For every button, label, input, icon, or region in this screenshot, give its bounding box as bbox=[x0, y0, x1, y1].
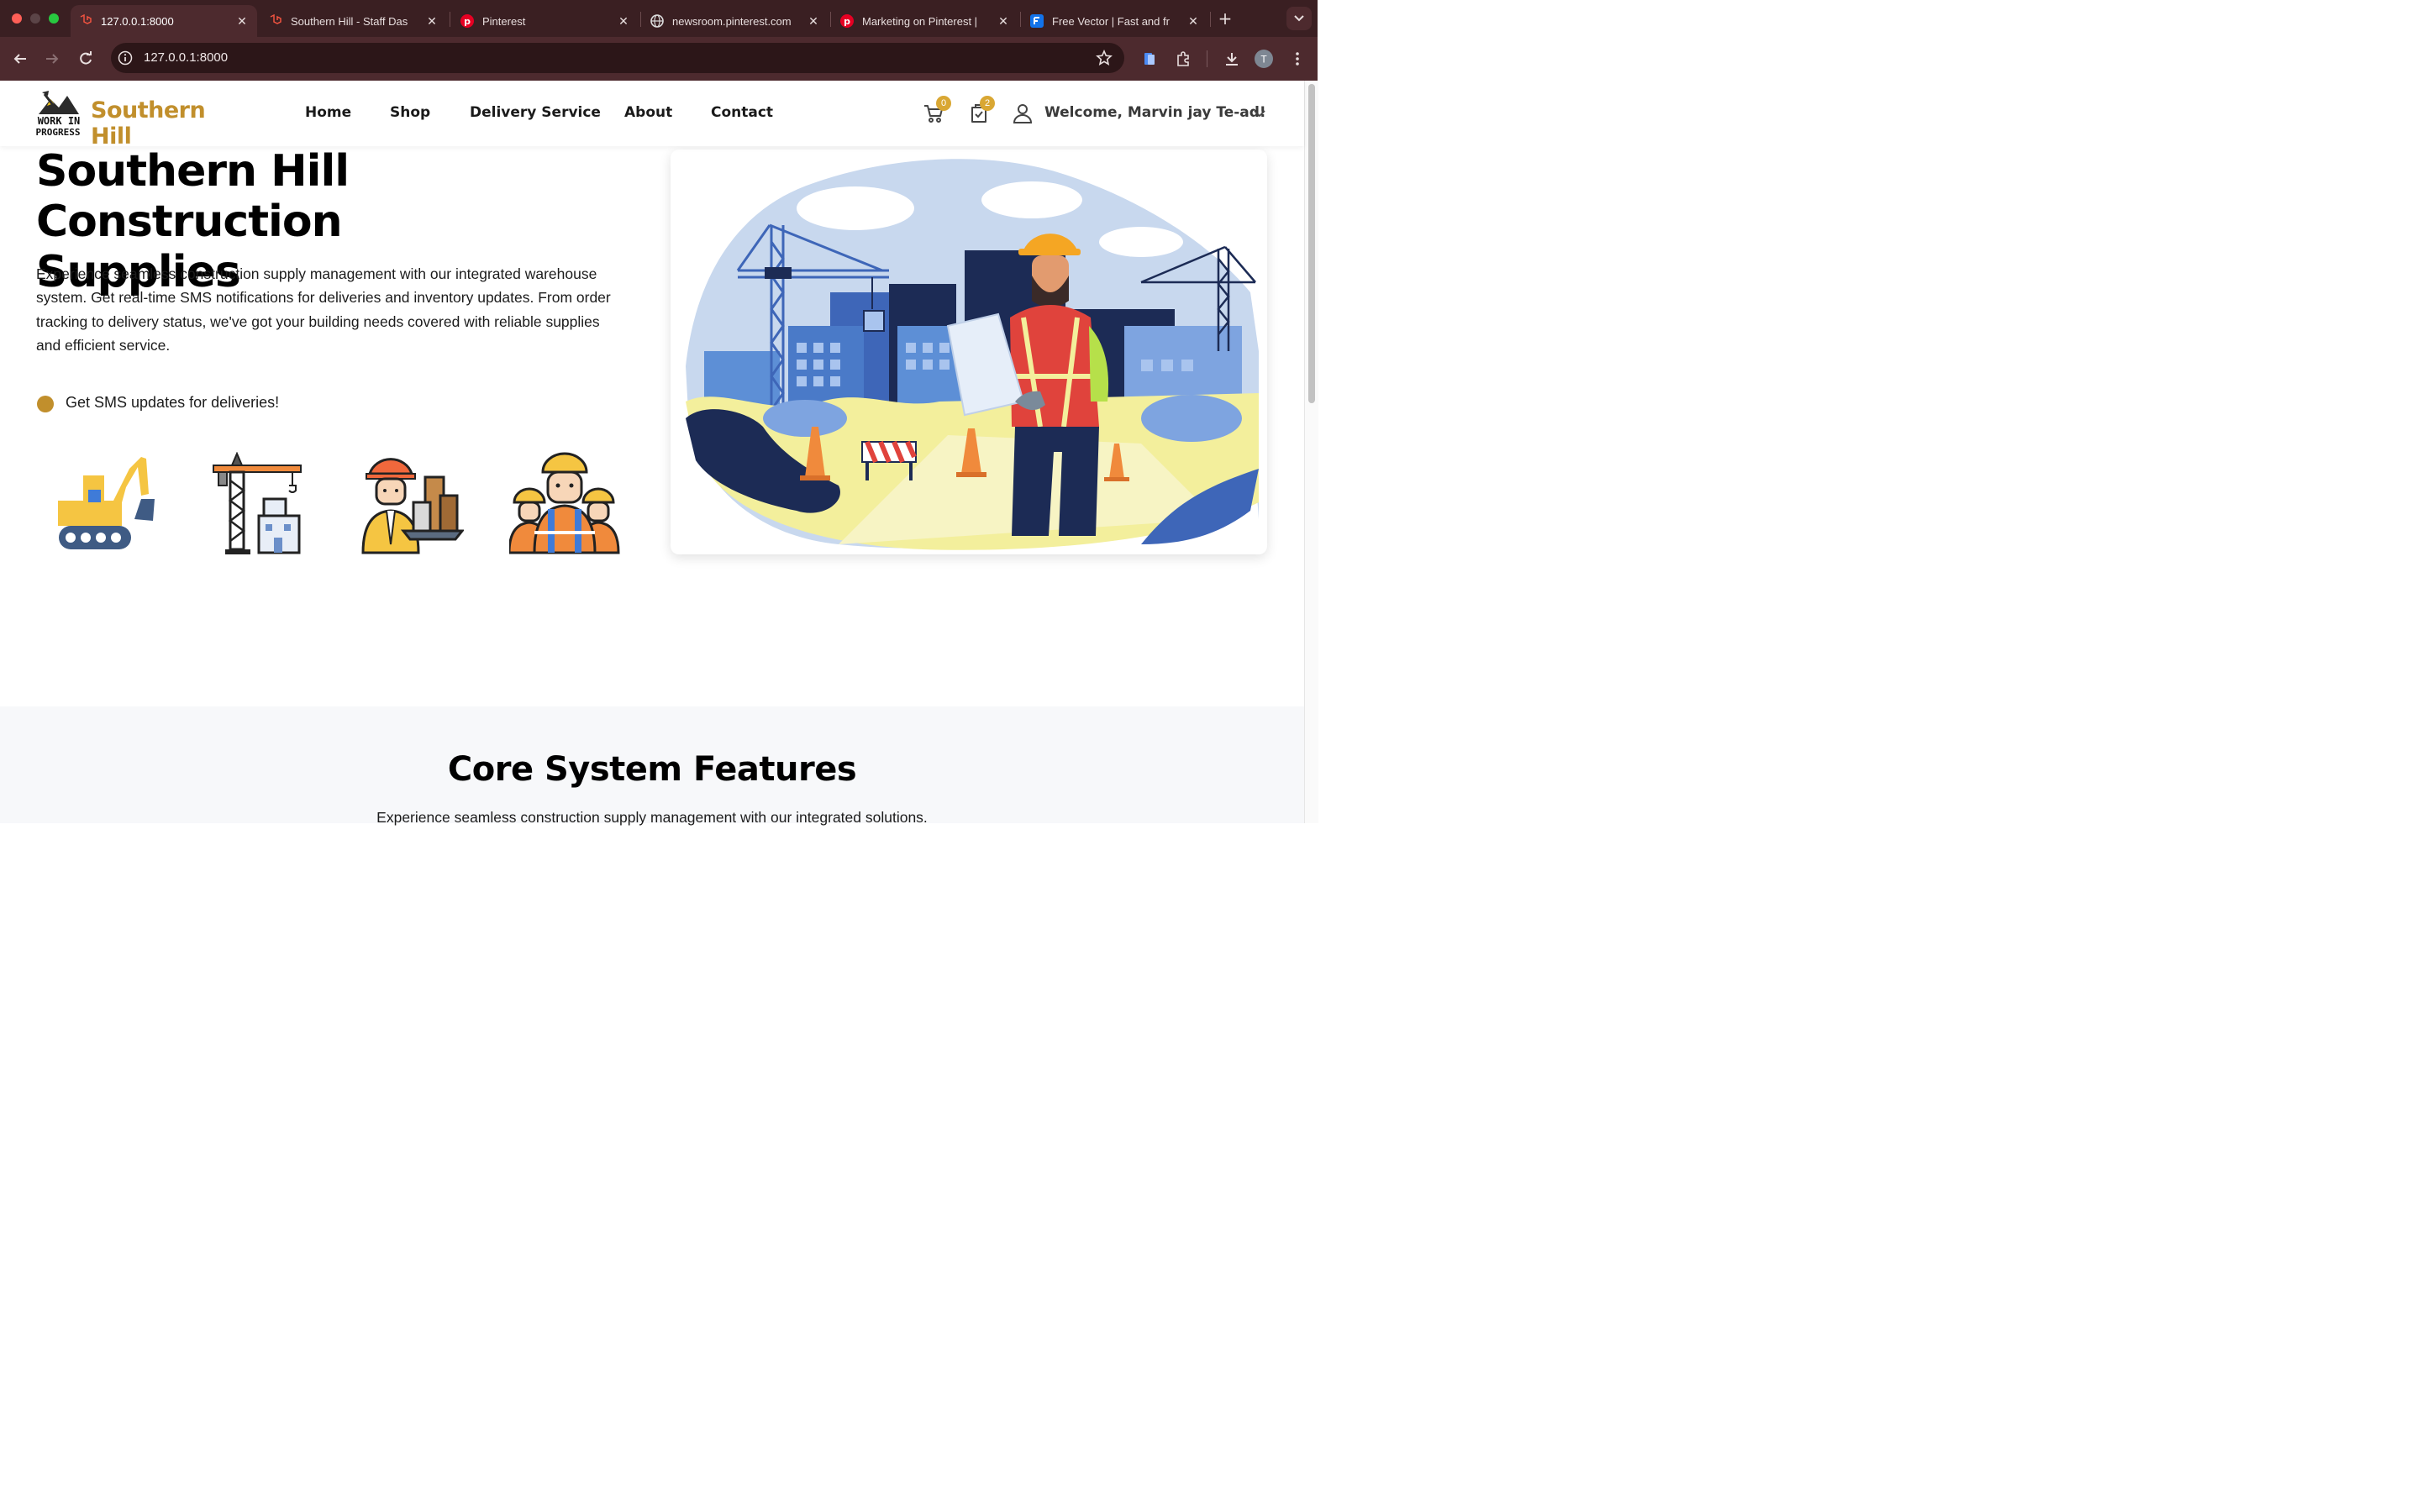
chevron-down-icon[interactable] bbox=[1253, 108, 1266, 123]
nav-delivery-service[interactable]: Delivery Service bbox=[470, 104, 601, 121]
close-tab-icon[interactable]: ✕ bbox=[235, 14, 249, 28]
engineer-icon bbox=[360, 452, 466, 559]
address-bar[interactable]: 127.0.0.1:8000 bbox=[111, 43, 1124, 73]
new-tab-icon[interactable]: + bbox=[1216, 8, 1234, 29]
profile-avatar[interactable]: T bbox=[1254, 49, 1274, 69]
hero-illustration-card bbox=[671, 150, 1267, 554]
close-window-button[interactable] bbox=[12, 13, 22, 24]
workers-team-icon bbox=[508, 452, 620, 558]
back-icon[interactable] bbox=[10, 49, 30, 69]
user-menu-toggle[interactable]: Welcome, Marvin jay Te-ad! bbox=[1044, 104, 1266, 121]
construction-site-illustration bbox=[686, 159, 1259, 550]
chevron-down-icon bbox=[1294, 15, 1304, 22]
tab-title: Marketing on Pinterest | bbox=[862, 14, 978, 28]
browser-tab[interactable]: Southern Hill - Staff Das ✕ bbox=[260, 5, 447, 37]
browser-tab[interactable]: Free Vector | Fast and fr ✕ bbox=[1022, 5, 1208, 37]
hero-title-line: Southern Hill Construction bbox=[36, 146, 350, 247]
excavator-icon bbox=[54, 452, 159, 558]
site-info-icon[interactable] bbox=[118, 50, 133, 69]
globe-icon bbox=[650, 14, 664, 28]
forward-icon[interactable] bbox=[42, 49, 62, 69]
close-tab-icon[interactable]: ✕ bbox=[1186, 14, 1200, 28]
tower-crane-icon bbox=[212, 451, 304, 559]
browser-menu-icon[interactable] bbox=[1287, 49, 1307, 69]
browser-tab[interactable]: p Pinterest ✕ bbox=[452, 5, 639, 37]
svg-text:p: p bbox=[844, 16, 850, 27]
svg-text:p: p bbox=[464, 16, 471, 27]
features-subtitle: Experience seamless construction supply … bbox=[376, 809, 928, 826]
downloads-icon[interactable] bbox=[1222, 49, 1242, 69]
site-header: WORK IN PROGRESS Southern Hill Home Shop… bbox=[0, 81, 1304, 150]
extensions-puzzle-icon[interactable] bbox=[1173, 49, 1193, 69]
nav-contact[interactable]: Contact bbox=[711, 104, 773, 121]
features-title: Core System Features bbox=[447, 750, 857, 789]
close-tab-icon[interactable]: ✕ bbox=[617, 14, 630, 28]
nav-home[interactable]: Home bbox=[305, 104, 351, 121]
tab-title: Free Vector | Fast and fr bbox=[1052, 14, 1170, 28]
reload-icon[interactable] bbox=[76, 49, 96, 69]
pinterest-icon: p bbox=[840, 14, 854, 28]
close-tab-icon[interactable]: ✕ bbox=[997, 14, 1010, 28]
tab-search-button[interactable] bbox=[1286, 7, 1312, 30]
tab-title: 127.0.0.1:8000 bbox=[101, 14, 174, 28]
browser-tab-strip: 127.0.0.1:8000 ✕ Southern Hill - Staff D… bbox=[0, 0, 1318, 37]
nav-shop[interactable]: Shop bbox=[390, 104, 430, 121]
freepik-icon bbox=[1030, 14, 1044, 28]
browser-tab[interactable]: p Marketing on Pinterest | ✕ bbox=[832, 5, 1018, 37]
google-docs-extension-icon[interactable] bbox=[1139, 49, 1160, 69]
laravel-icon bbox=[269, 14, 282, 28]
browser-tab[interactable]: newsroom.pinterest.com ✕ bbox=[642, 5, 829, 37]
svg-text:PROGRESS: PROGRESS bbox=[36, 127, 81, 138]
page-scrollbar[interactable] bbox=[1304, 81, 1318, 823]
tab-title: newsroom.pinterest.com bbox=[672, 14, 792, 28]
svg-text:WORK IN: WORK IN bbox=[38, 115, 81, 127]
sms-indicator-dot bbox=[37, 396, 54, 412]
work-in-progress-logo: WORK IN PROGRESS bbox=[36, 91, 81, 138]
orders-count-badge: 2 bbox=[980, 96, 995, 111]
cart-button[interactable]: 0 bbox=[923, 96, 951, 124]
tab-title: Pinterest bbox=[482, 14, 526, 28]
url-text: 127.0.0.1:8000 bbox=[144, 50, 229, 65]
close-tab-icon[interactable]: ✕ bbox=[425, 14, 439, 28]
tab-title: Southern Hill - Staff Das bbox=[291, 14, 408, 28]
minimize-window-button[interactable] bbox=[30, 13, 40, 24]
hero-description: Experience seamless construction supply … bbox=[36, 265, 611, 354]
browser-tab[interactable]: 127.0.0.1:8000 ✕ bbox=[71, 5, 257, 37]
core-features-section: Core System Features Experience seamless… bbox=[0, 706, 1304, 826]
orders-button[interactable]: 2 bbox=[968, 96, 995, 124]
maximize-window-button[interactable] bbox=[49, 13, 59, 24]
cart-count-badge: 0 bbox=[936, 96, 951, 111]
brand-name: Southern Hill bbox=[91, 97, 206, 150]
laravel-icon bbox=[79, 14, 92, 28]
brand-logo-link[interactable]: WORK IN PROGRESS Southern Hill bbox=[34, 89, 244, 150]
bookmark-star-icon[interactable] bbox=[1096, 49, 1113, 70]
user-icon bbox=[1012, 102, 1034, 124]
browser-toolbar: 127.0.0.1:8000 T bbox=[0, 37, 1318, 81]
close-tab-icon[interactable]: ✕ bbox=[807, 14, 820, 28]
scroll-thumb[interactable] bbox=[1308, 84, 1315, 403]
pinterest-icon: p bbox=[460, 14, 474, 28]
sms-note: Get SMS updates for deliveries! bbox=[66, 394, 280, 411]
nav-about[interactable]: About bbox=[624, 104, 672, 121]
profile-initial: T bbox=[1260, 54, 1267, 66]
